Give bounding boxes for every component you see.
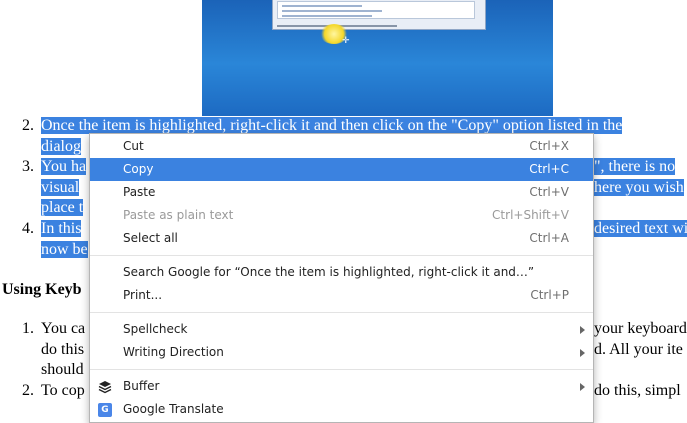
menu-item-shortcut: Ctrl+V <box>529 185 569 199</box>
context-menu: Cut Ctrl+X Copy Ctrl+C Paste Ctrl+V Past… <box>89 133 594 423</box>
step-text: now be <box>41 241 88 258</box>
article-screenshot-image: ✛ <box>202 0 553 116</box>
menu-item-cut[interactable]: Cut Ctrl+X <box>90 135 593 158</box>
menu-item-shortcut: Ctrl+C <box>529 162 569 176</box>
menu-item-shortcut: Ctrl+Shift+V <box>492 208 569 222</box>
step-number: 4. <box>22 220 34 237</box>
menu-item-label: Search Google for “Once the item is high… <box>123 265 535 279</box>
menu-item-label: Cut <box>123 139 144 153</box>
submenu-arrow-icon <box>580 326 585 334</box>
menu-item-spellcheck[interactable]: Spellcheck <box>90 318 593 341</box>
step-text: place t <box>41 199 84 216</box>
menu-item-google-translate[interactable]: G Google Translate <box>90 398 593 421</box>
menu-item-select-all[interactable]: Select all Ctrl+A <box>90 227 593 250</box>
menu-item-label: Buffer <box>123 379 160 393</box>
submenu-arrow-icon <box>580 349 585 357</box>
step-text: You ca <box>41 320 86 337</box>
menu-item-label: Paste <box>123 185 156 199</box>
google-translate-icon: G <box>98 403 112 417</box>
step-number: 1. <box>22 320 34 337</box>
selected-text[interactable]: Once the item is highlighted, right-clic… <box>41 117 623 134</box>
step-text: should <box>41 361 84 378</box>
step-text: do this, simpl <box>594 382 681 399</box>
menu-item-label: Copy <box>123 162 154 176</box>
step-text: do this <box>41 341 85 358</box>
step-text: ", there is no <box>594 158 676 175</box>
menu-item-shortcut: Ctrl+P <box>530 288 569 302</box>
step-number: 2. <box>22 117 34 134</box>
step-text: visual <box>41 179 80 196</box>
menu-item-buffer[interactable]: Buffer <box>90 375 593 398</box>
menu-item-label: Google Translate <box>123 402 224 416</box>
buffer-icon <box>98 381 112 394</box>
menu-item-writing-direction[interactable]: Writing Direction <box>90 341 593 364</box>
screenshot-dialog-window <box>272 0 486 30</box>
menu-item-shortcut: Ctrl+A <box>529 231 569 245</box>
section-subheading: Using Keyb <box>2 281 82 298</box>
step-number: 2. <box>22 382 34 399</box>
step-text: here you wish <box>594 179 684 196</box>
menu-item-label: Spellcheck <box>123 322 188 336</box>
menu-item-label: Select all <box>123 231 178 245</box>
step-text: To cop <box>41 382 85 399</box>
menu-item-search-google[interactable]: Search Google for “Once the item is high… <box>90 261 593 284</box>
step-text: your keyboard <box>594 320 687 337</box>
step-text: d. All your ite <box>594 341 683 358</box>
step-text: In this <box>41 220 82 237</box>
step-text: dialog <box>41 138 81 155</box>
menu-item-print[interactable]: Print... Ctrl+P <box>90 284 593 307</box>
menu-item-shortcut: Ctrl+X <box>529 139 569 153</box>
menu-item-paste[interactable]: Paste Ctrl+V <box>90 181 593 204</box>
menu-separator <box>90 312 593 313</box>
cursor-icon: ✛ <box>342 36 350 46</box>
menu-item-paste-plain-text[interactable]: Paste as plain text Ctrl+Shift+V <box>90 204 593 227</box>
menu-separator <box>90 255 593 256</box>
menu-item-label: Writing Direction <box>123 345 224 359</box>
menu-item-copy[interactable]: Copy Ctrl+C <box>90 158 593 181</box>
step-text: You ha <box>41 158 87 175</box>
submenu-arrow-icon <box>580 383 585 391</box>
step-text: desired text wi <box>594 220 687 237</box>
menu-separator <box>90 369 593 370</box>
menu-item-label: Print... <box>123 288 163 302</box>
step-number: 3. <box>22 158 34 175</box>
menu-item-label: Paste as plain text <box>123 208 234 222</box>
